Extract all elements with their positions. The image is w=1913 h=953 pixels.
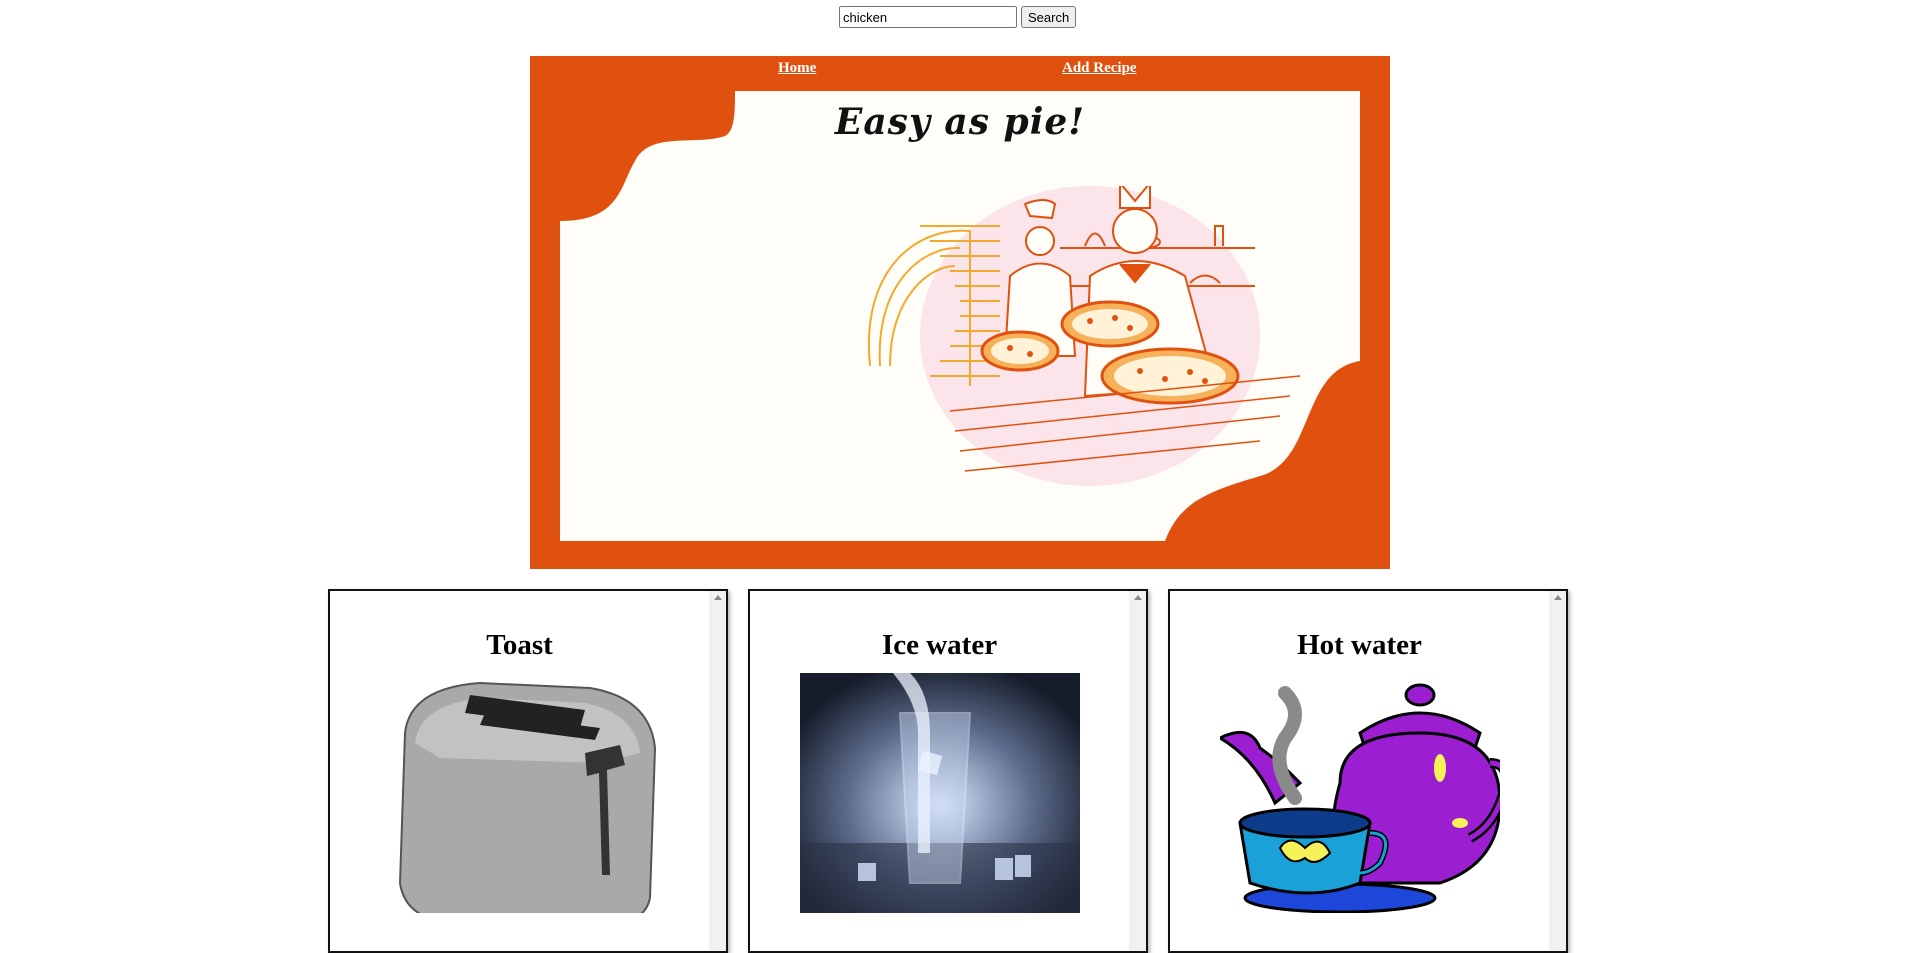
chefs-pizza-illustration — [867, 186, 1301, 486]
card-scrollbar[interactable] — [1129, 591, 1146, 951]
scroll-up-arrow-icon[interactable] — [714, 595, 722, 600]
hero-title: Easy as pie! — [834, 101, 1086, 143]
recipe-title: Toast — [486, 629, 553, 661]
recipe-card[interactable]: Ice water — [748, 589, 1148, 953]
ice-water-image — [800, 673, 1080, 913]
toaster-image — [398, 681, 657, 913]
hero-panel: Easy as pie! — [560, 91, 1360, 541]
nav-home-link[interactable]: Home — [778, 60, 816, 77]
recipe-card[interactable]: Toast — [328, 589, 728, 953]
card-scrollbar[interactable] — [1549, 591, 1566, 951]
recipe-card[interactable]: Hot water — [1168, 589, 1568, 953]
hero-banner: Home Add Recipe Easy as pie! — [530, 56, 1390, 569]
teapot-image — [1220, 683, 1500, 913]
search-bar: Search — [839, 6, 1077, 28]
search-button[interactable]: Search — [1021, 6, 1077, 28]
scroll-up-arrow-icon[interactable] — [1554, 595, 1562, 600]
search-input[interactable] — [839, 6, 1017, 28]
recipe-title: Ice water — [881, 629, 998, 661]
scroll-up-arrow-icon[interactable] — [1134, 595, 1142, 600]
nav-add-recipe-link[interactable]: Add Recipe — [1062, 60, 1137, 77]
card-scrollbar[interactable] — [709, 591, 726, 951]
recipe-title: Hot water — [1297, 629, 1422, 661]
